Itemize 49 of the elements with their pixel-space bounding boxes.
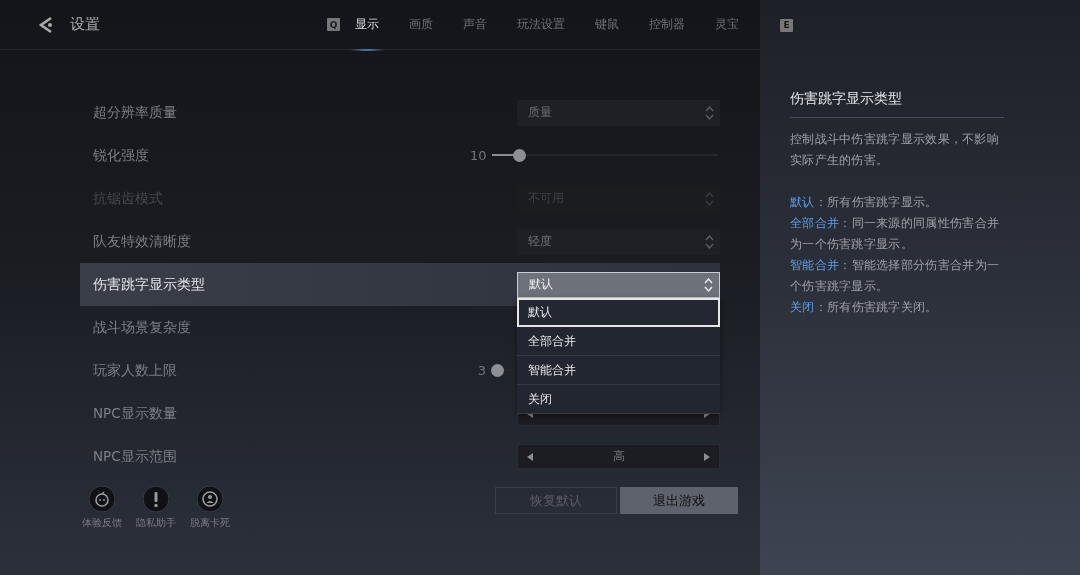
dropdown-option[interactable]: 默认 [517, 298, 720, 327]
key-hint: E [780, 18, 793, 32]
exclamation-icon [143, 486, 169, 512]
help-text: 全部合并：同一来源的同属性伤害合并为一个伤害跳字显示。 [790, 215, 1001, 253]
select-field[interactable]: 默认 [517, 271, 720, 298]
setting-label: 队友特效清晰度 [92, 232, 191, 251]
setting-label: 玩家人数上限 [92, 361, 177, 380]
setting-label: NPC显示数量 [92, 404, 177, 423]
tab[interactable]: 画质 [394, 0, 448, 50]
right-arrow-icon [704, 452, 710, 461]
left-arrow-icon [527, 452, 533, 461]
dropdown-option[interactable]: 关闭 [517, 385, 720, 414]
help-text: 关闭：所有伤害跳字关闭。 [790, 299, 939, 316]
setting-label: 伤害跳字显示类型 [92, 275, 205, 294]
tab[interactable]: 灵宝 [700, 0, 754, 50]
up-down-arrows-icon [705, 104, 714, 121]
tool-button[interactable]: 体验反馈 [80, 486, 124, 530]
up-down-arrows-icon [705, 190, 714, 207]
dropdown-option[interactable]: 全部合并 [517, 327, 720, 356]
dropdown-option[interactable]: 智能合并 [517, 356, 720, 385]
slider-value: 10 [470, 148, 486, 163]
tab[interactable]: 声音 [448, 0, 502, 50]
up-down-arrows-icon [704, 276, 713, 293]
key-hint: Q [327, 18, 340, 31]
select-field[interactable]: 质量 [517, 99, 720, 126]
help-text: 默认：所有伤害跳字显示。 [790, 194, 939, 211]
help-title: 伤害跳字显示类型 [790, 90, 1004, 118]
tab[interactable]: 显示 [340, 0, 394, 50]
slider-thumb[interactable] [490, 364, 504, 377]
slider-value: 3 [476, 363, 486, 378]
tab[interactable]: 控制器 [634, 0, 700, 50]
setting-label: 超分辨率质量 [92, 103, 177, 122]
slider-thumb[interactable] [513, 149, 527, 162]
tab[interactable]: 键鼠 [580, 0, 634, 50]
stepper-field[interactable]: 高 [517, 444, 720, 469]
exit-button[interactable]: 退出游戏 [620, 487, 738, 514]
help-text: 智能合并：智能选择部分伤害合并为一个伤害跳字显示。 [790, 257, 1001, 295]
help-text: 控制战斗中伤害跳字显示效果，不影响实际产生的伤害。 [790, 131, 1001, 169]
tab[interactable]: 玩法设置 [502, 0, 580, 50]
back-button[interactable]: 设置 [38, 15, 100, 34]
person-icon [197, 486, 223, 512]
setting-label: 战斗场景复杂度 [92, 318, 191, 337]
select-field[interactable]: 轻度 [517, 228, 720, 255]
tool-button[interactable]: 隐私助手 [134, 486, 178, 530]
up-down-arrows-icon [705, 233, 714, 250]
tool-button[interactable]: 脱离卡死 [188, 486, 232, 530]
setting-label: NPC显示范围 [92, 447, 177, 466]
feedback-icon [89, 486, 115, 512]
setting-label: 锐化强度 [92, 146, 149, 165]
